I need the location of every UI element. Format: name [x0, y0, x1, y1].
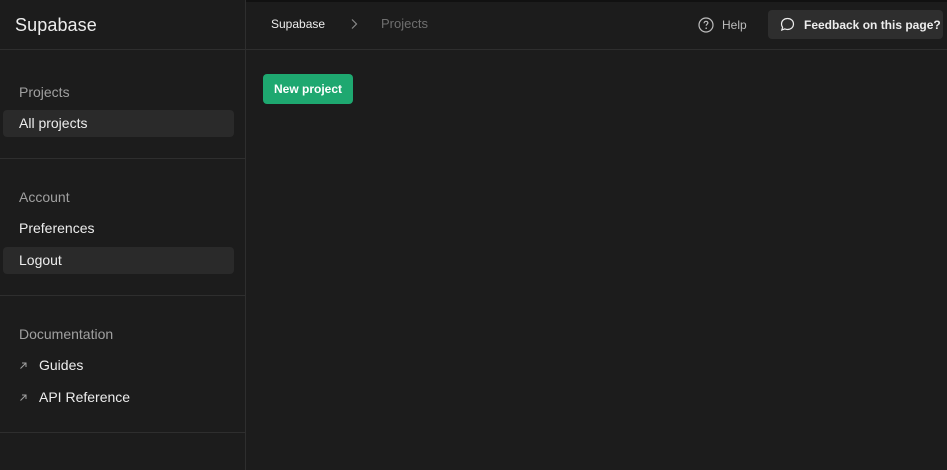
message-circle-icon: [780, 17, 795, 31]
brand-logo-text: Supabase: [15, 15, 97, 35]
sidebar-item-label: Logout: [19, 252, 62, 268]
external-arrow-icon: [19, 354, 31, 381]
sidebar-item-logout[interactable]: Logout: [3, 247, 234, 274]
sidebar-item-label: Guides: [39, 357, 84, 373]
sidebar-item-preferences[interactable]: Preferences: [3, 215, 234, 242]
top-header: Supabase Projects Help Feedback on this …: [246, 0, 947, 50]
sidebar-item-guides[interactable]: Guides: [3, 352, 234, 379]
sidebar-item-label: Preferences: [19, 220, 95, 236]
section-title-account: Account: [19, 189, 70, 205]
sidebar-divider: [0, 158, 246, 159]
sidebar-item-api-reference[interactable]: API Reference: [3, 384, 234, 411]
section-title-projects: Projects: [19, 84, 70, 100]
section-title-documentation: Documentation: [19, 326, 114, 342]
new-project-button[interactable]: New project: [263, 74, 353, 104]
feedback-label: Feedback on this page?: [804, 17, 941, 32]
breadcrumb-projects: Projects: [381, 16, 428, 31]
chevron-right-icon: [350, 17, 358, 35]
sidebar-item-all-projects[interactable]: All projects: [3, 110, 234, 137]
question-circle-icon: [698, 17, 714, 33]
sidebar-item-label: All projects: [19, 115, 88, 131]
breadcrumb-supabase[interactable]: Supabase: [271, 17, 325, 31]
sidebar-divider: [0, 432, 246, 433]
help-label: Help: [722, 18, 747, 32]
help-button[interactable]: Help: [698, 16, 747, 34]
sidebar-item-label: API Reference: [39, 389, 131, 405]
sidebar-divider: [0, 295, 246, 296]
external-arrow-icon: [19, 386, 31, 413]
feedback-button[interactable]: Feedback on this page?: [768, 10, 943, 39]
sidebar: Supabase Projects All projects Account P…: [0, 0, 246, 470]
brand-divider: [0, 49, 246, 50]
app-window: Supabase Projects All projects Account P…: [0, 0, 947, 470]
